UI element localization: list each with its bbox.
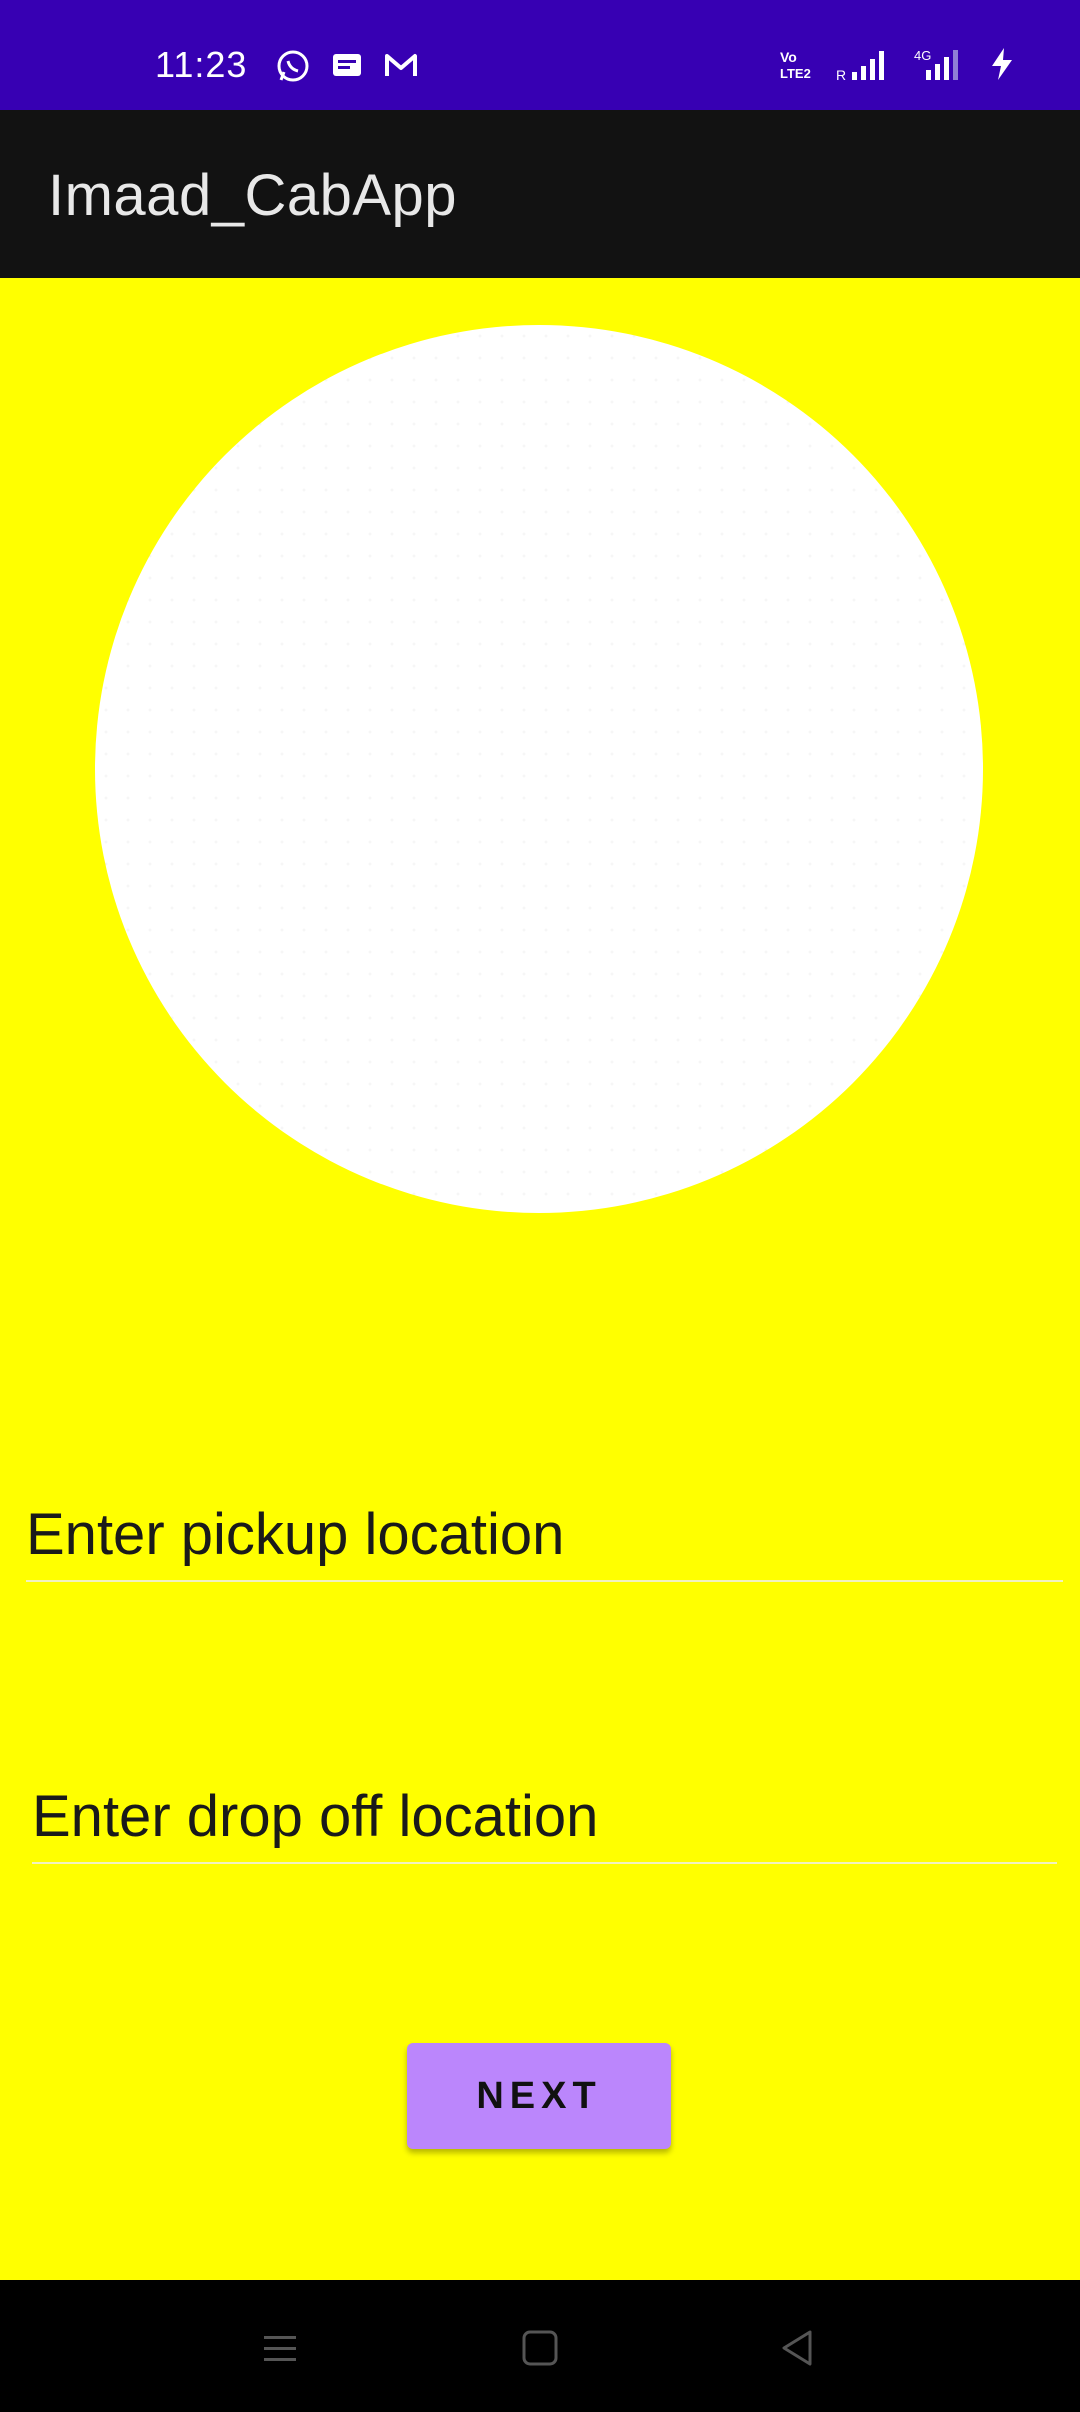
app-title: Imaad_CabApp bbox=[48, 163, 458, 228]
signal-roaming-icon: R bbox=[836, 51, 884, 82]
system-icons: Vo LTE2 R 4G bbox=[778, 46, 1020, 82]
message-icon bbox=[333, 54, 361, 76]
menu-icon[interactable] bbox=[250, 2318, 310, 2378]
whatsapp-icon bbox=[277, 50, 309, 82]
svg-text:Vo: Vo bbox=[780, 49, 797, 65]
navigation-bar bbox=[0, 2280, 1080, 2412]
status-time: 11:23 bbox=[155, 44, 248, 85]
gmail-icon bbox=[385, 54, 417, 76]
svg-text:R: R bbox=[836, 67, 846, 82]
next-button[interactable]: NEXT bbox=[407, 2043, 671, 2149]
pickup-location-field[interactable]: Enter pickup location bbox=[26, 1470, 1063, 1582]
svg-text:LTE2: LTE2 bbox=[780, 66, 811, 81]
volte-icon: Vo LTE2 bbox=[780, 49, 811, 81]
back-icon[interactable] bbox=[768, 2318, 828, 2378]
home-icon[interactable] bbox=[510, 2318, 570, 2378]
charging-icon bbox=[992, 48, 1012, 80]
status-bar: 11:23 Vo LTE2 R 4G bbox=[0, 0, 1080, 110]
notification-icons bbox=[275, 48, 419, 84]
pickup-location-placeholder: Enter pickup location bbox=[26, 1502, 565, 1567]
dropoff-location-placeholder: Enter drop off location bbox=[32, 1784, 599, 1849]
signal-4g-icon: 4G bbox=[914, 48, 958, 80]
dropoff-location-field[interactable]: Enter drop off location bbox=[32, 1752, 1057, 1864]
circle-image bbox=[95, 325, 983, 1213]
app-bar: Imaad_CabApp bbox=[0, 110, 1080, 278]
svg-text:4G: 4G bbox=[914, 48, 931, 63]
